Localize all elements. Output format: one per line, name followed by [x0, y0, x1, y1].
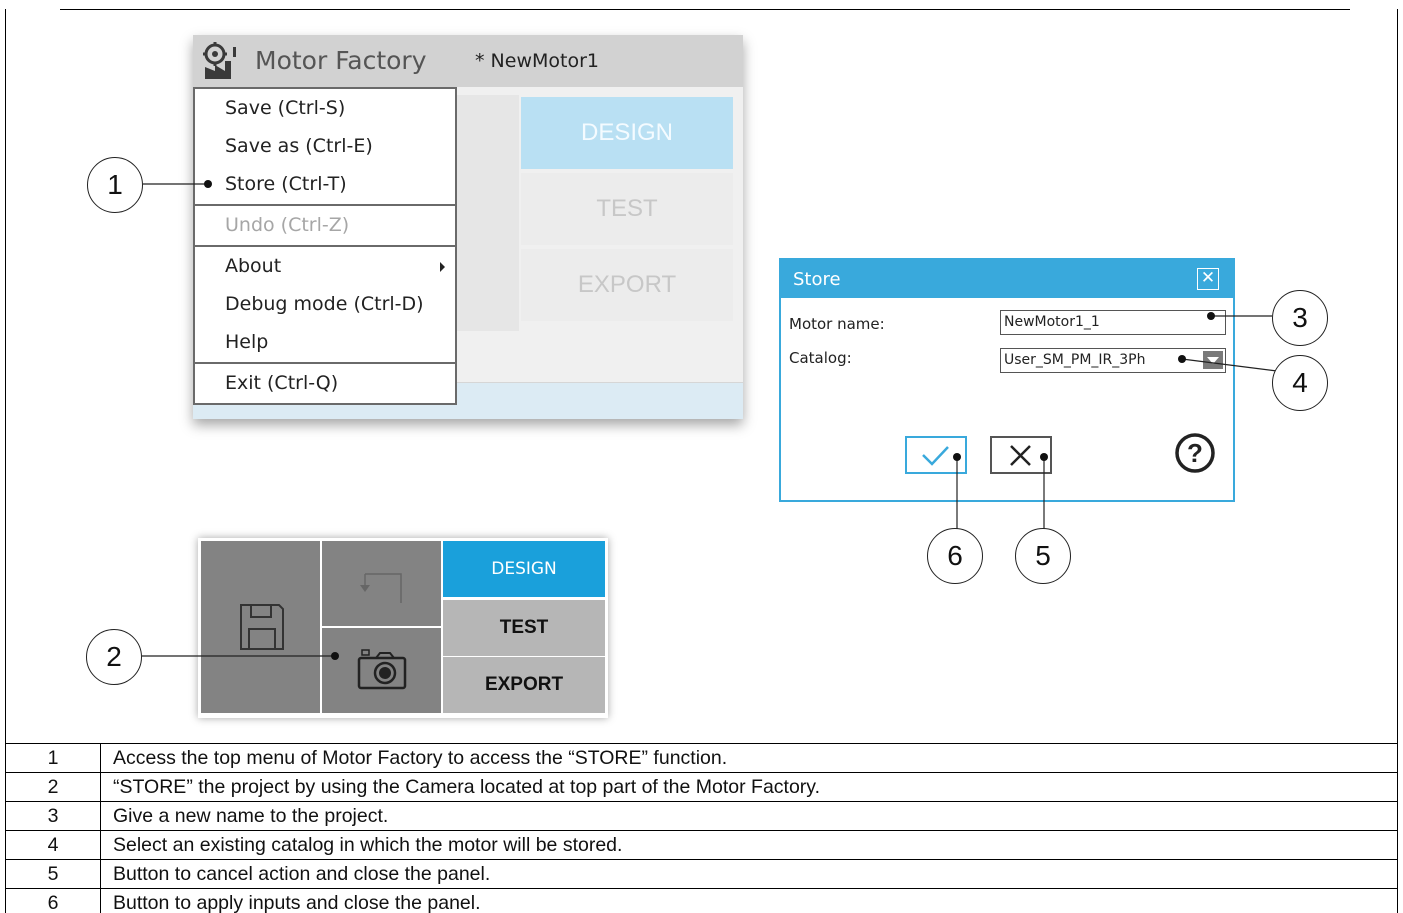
nav-design-button[interactable]: DESIGN: [521, 97, 733, 169]
app-name: Motor Factory: [255, 46, 427, 75]
save-tile[interactable]: [201, 541, 320, 713]
toolbar-test-button[interactable]: TEST: [443, 600, 605, 656]
menu-save-as[interactable]: Save as (Ctrl-E): [195, 127, 455, 165]
top-rule: [60, 9, 1350, 10]
table-row: 6 Button to apply inputs and close the p…: [5, 888, 1398, 913]
dropdown-arrow-icon[interactable]: [1203, 351, 1223, 369]
dialog-header: Store ✕: [781, 260, 1233, 298]
catalog-value: User_SM_PM_IR_3Ph: [1004, 352, 1146, 368]
undo-tile[interactable]: [322, 541, 441, 626]
callout-4: 4: [1272, 355, 1328, 411]
legend-text: Button to cancel action and close the pa…: [100, 859, 1398, 889]
factory-gear-icon[interactable]: [201, 41, 241, 81]
legend-text: Button to apply inputs and close the pan…: [100, 888, 1398, 913]
menu-about-label: About: [225, 255, 282, 277]
callout-2: 2: [86, 629, 142, 685]
legend-table: 1 Access the top menu of Motor Factory t…: [5, 743, 1398, 913]
callout-dot: [953, 453, 961, 461]
table-row: 5 Button to cancel action and close the …: [5, 859, 1398, 889]
camera-tile[interactable]: [322, 628, 441, 713]
close-box-icon[interactable]: ✕: [1197, 268, 1219, 290]
menu-debug[interactable]: Debug mode (Ctrl-D): [195, 285, 455, 323]
toolbar-export-button[interactable]: EXPORT: [443, 657, 605, 713]
legend-text: “STORE” the project by using the Camera …: [100, 772, 1398, 802]
nav-test-button[interactable]: TEST: [521, 173, 733, 245]
legend-number: 1: [5, 743, 101, 773]
callout-dot: [1207, 312, 1215, 320]
save-disk-icon: [240, 604, 284, 650]
toolbar-zoom: DESIGN TEST EXPORT: [198, 538, 608, 718]
svg-text:?: ?: [1187, 438, 1203, 468]
menu-about[interactable]: About: [195, 247, 455, 285]
table-row: 3 Give a new name to the project.: [5, 801, 1398, 831]
legend-text: Select an existing catalog in which the …: [100, 830, 1398, 860]
nav-export-button[interactable]: EXPORT: [521, 249, 733, 321]
app-title-bar: Motor Factory * NewMotor1: [193, 35, 743, 87]
menu-save[interactable]: Save (Ctrl-S): [195, 89, 455, 127]
callout-dot: [1040, 453, 1048, 461]
file-menu: Save (Ctrl-S) Save as (Ctrl-E) Store (Ct…: [193, 87, 457, 405]
table-row: 2 “STORE” the project by using the Camer…: [5, 772, 1398, 802]
toolbar-design-button[interactable]: DESIGN: [443, 541, 605, 597]
motor-name-label: Motor name:: [789, 315, 885, 333]
legend-number: 4: [5, 830, 101, 860]
table-row: 1 Access the top menu of Motor Factory t…: [5, 743, 1398, 773]
dialog-title: Store: [793, 269, 841, 290]
table-row: 4 Select an existing catalog in which th…: [5, 830, 1398, 860]
legend-number: 2: [5, 772, 101, 802]
legend-number: 3: [5, 801, 101, 831]
callout-6: 6: [927, 528, 983, 584]
catalog-select[interactable]: User_SM_PM_IR_3Ph: [1000, 348, 1226, 373]
legend-number: 5: [5, 859, 101, 889]
callout-dot: [204, 180, 212, 188]
file-name: * NewMotor1: [475, 50, 599, 72]
legend-number: 6: [5, 888, 101, 913]
callout-1: 1: [87, 157, 143, 213]
callout-dot: [331, 652, 339, 660]
store-dialog: Store ✕ Motor name: NewMotor1_1 Catalog:…: [779, 258, 1235, 502]
legend-text: Access the top menu of Motor Factory to …: [100, 743, 1398, 773]
catalog-label: Catalog:: [789, 349, 852, 367]
motor-name-input[interactable]: NewMotor1_1: [1000, 310, 1226, 335]
callout-5: 5: [1015, 528, 1071, 584]
legend-text: Give a new name to the project.: [100, 801, 1398, 831]
callout-3: 3: [1272, 290, 1328, 346]
menu-help[interactable]: Help: [195, 323, 455, 361]
submenu-arrow-icon: [440, 262, 445, 272]
menu-undo[interactable]: Undo (Ctrl-Z): [195, 206, 455, 244]
camera-icon: [357, 649, 407, 690]
callout-dot: [1178, 355, 1186, 363]
menu-store[interactable]: Store (Ctrl-T): [195, 165, 455, 203]
undo-arrow-icon: [360, 573, 402, 603]
help-circle-icon[interactable]: ?: [1174, 432, 1216, 474]
menu-exit[interactable]: Exit (Ctrl-Q): [195, 364, 455, 402]
